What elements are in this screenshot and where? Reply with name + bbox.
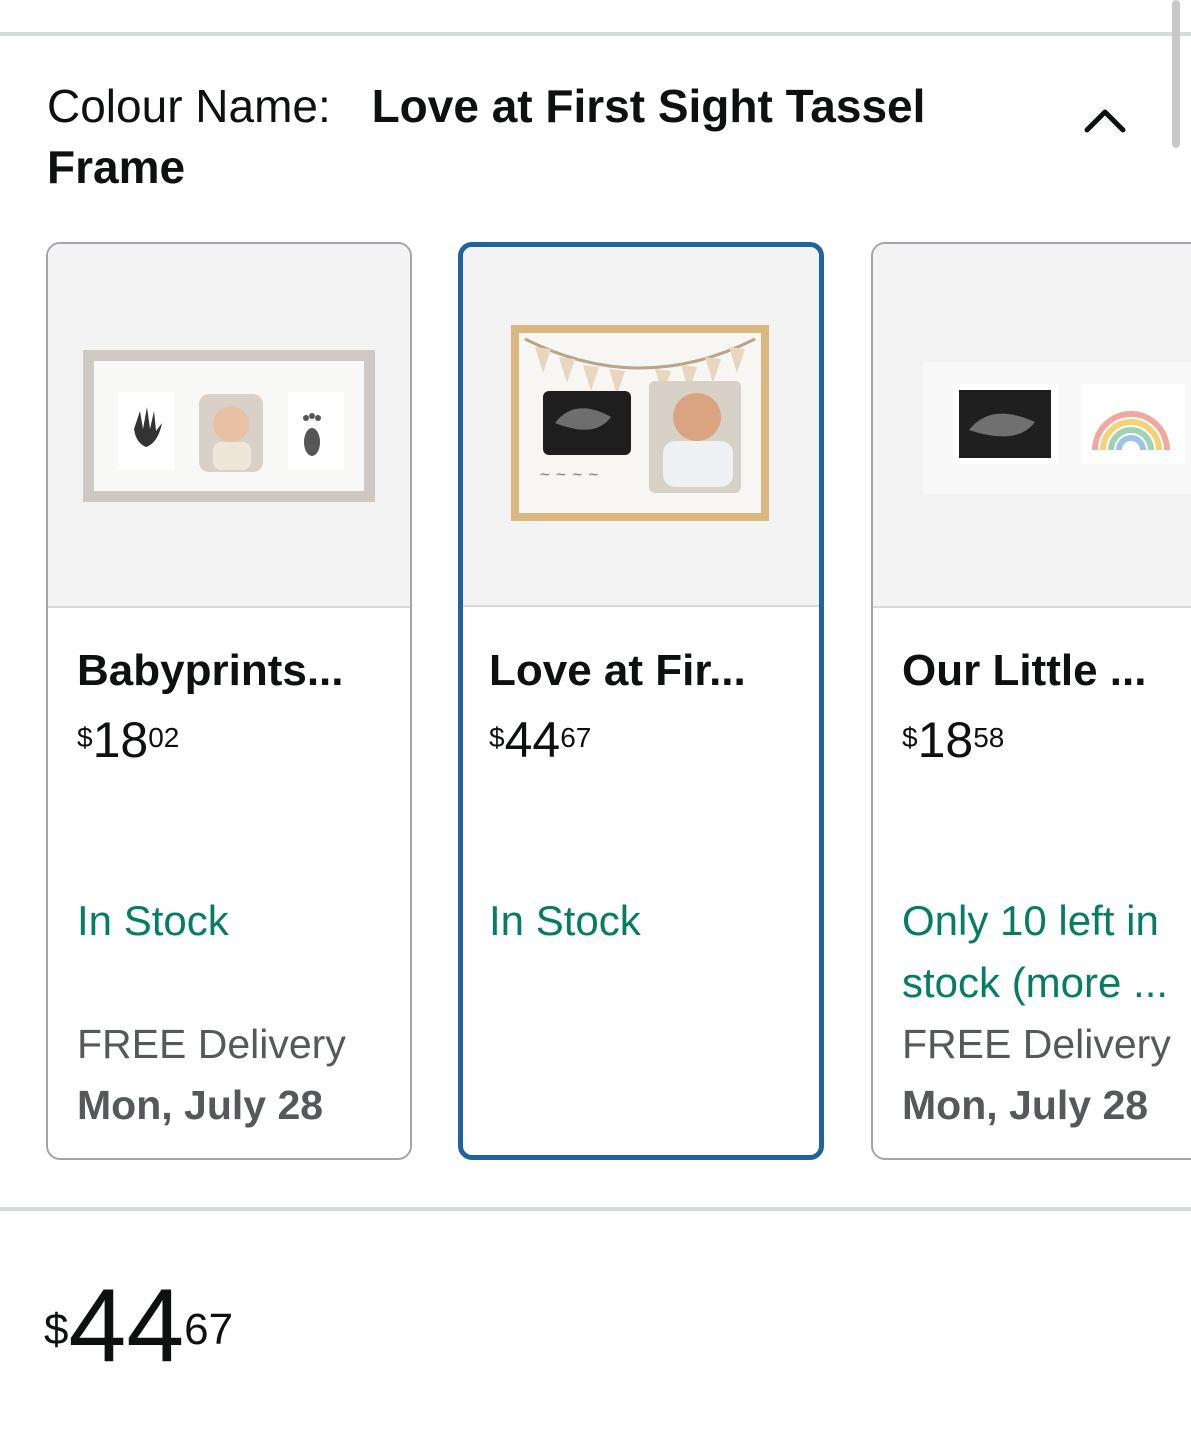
- availability-status: Only 10 left in stock (more ...: [902, 890, 1191, 1014]
- variant-price: $1858: [902, 706, 1005, 768]
- price-whole: 18: [92, 712, 149, 768]
- delivery-info: FREE Delivery Mon, July 28: [77, 1014, 400, 1136]
- main-price-whole: 44: [68, 1268, 185, 1384]
- colour-name-heading: Colour Name: Love at First Sight Tassel …: [47, 76, 1027, 198]
- section-divider: [0, 1207, 1191, 1211]
- frame-inscription: ~ ~ ~ ~: [539, 467, 599, 483]
- variant-price: $1802: [77, 706, 180, 768]
- colour-name-label: Colour Name:: [47, 80, 331, 132]
- variant-image: [48, 244, 410, 608]
- variant-price: $4467: [489, 706, 592, 768]
- variant-option-love-at-first-sight[interactable]: ~ ~ ~ ~ Love at Fir... $4467 In Stock: [458, 242, 824, 1160]
- variant-image: [873, 244, 1191, 608]
- price-symbol: $: [489, 722, 505, 753]
- delivery-date: Mon, July 28: [77, 1082, 324, 1128]
- delivery-date: Mon, July 28: [902, 1082, 1149, 1128]
- price-whole: 44: [504, 712, 561, 768]
- price-fraction: 02: [148, 722, 180, 753]
- delivery-label: FREE Delivery: [902, 1021, 1171, 1067]
- availability-status: In Stock: [77, 897, 229, 944]
- top-divider: [0, 32, 1191, 36]
- babyprints-frame-image: [83, 350, 375, 502]
- delivery-info: FREE Delivery Mon, July 28: [902, 1014, 1191, 1136]
- price-fraction: 58: [973, 722, 1005, 753]
- delivery-label: FREE Delivery: [77, 1021, 346, 1067]
- price-whole: 18: [917, 712, 974, 768]
- scrollbar[interactable]: [1172, 0, 1180, 148]
- variant-option-our-little-miracle[interactable]: Our Little ... $1858 Only 10 left in sto…: [871, 242, 1191, 1160]
- tassel-frame-image: ~ ~ ~ ~: [511, 325, 769, 521]
- variant-name: Love at Fir...: [489, 646, 746, 695]
- availability-line-1: Only 10 left in: [902, 897, 1159, 944]
- availability-line-2: stock (more ...: [902, 959, 1169, 1006]
- chevron-up-icon[interactable]: [1082, 100, 1128, 140]
- price-symbol: $: [77, 722, 93, 753]
- main-price-fraction: 67: [184, 1305, 234, 1354]
- availability-status: In Stock: [489, 897, 641, 944]
- miracle-frame-image: [923, 362, 1191, 494]
- main-price-symbol: $: [44, 1305, 69, 1354]
- variant-name: Babyprints...: [77, 646, 344, 695]
- variant-image: ~ ~ ~ ~: [463, 247, 819, 607]
- price-fraction: 67: [560, 722, 592, 753]
- main-price: $4467: [44, 1272, 234, 1378]
- price-symbol: $: [902, 722, 918, 753]
- variant-name: Our Little ...: [902, 646, 1147, 695]
- variant-option-babyprints[interactable]: Babyprints... $1802 In Stock FREE Delive…: [46, 242, 412, 1160]
